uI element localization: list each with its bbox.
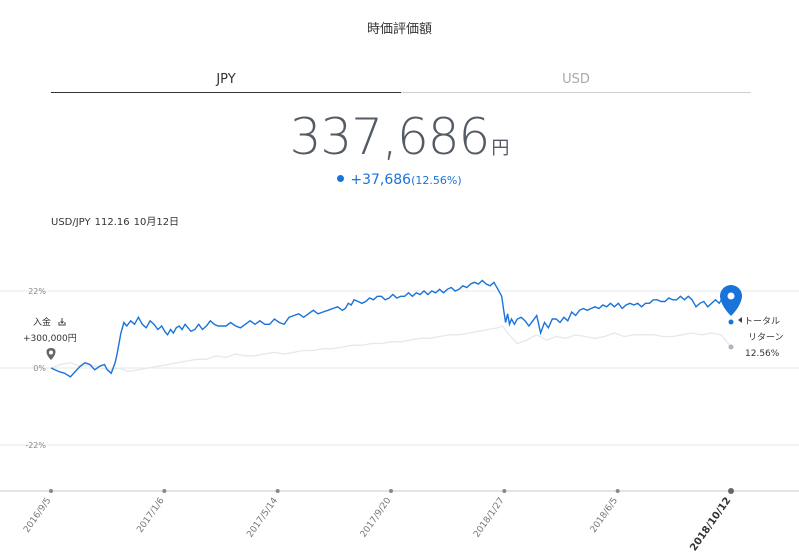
- performance-chart[interactable]: 22% 0% -22% 2016/9/5 2017/1/6 2017/5/14 2017/…: [0, 0, 799, 556]
- current-location-pin-icon[interactable]: [720, 285, 742, 325]
- x-tick-label: 2017/9/20: [359, 496, 394, 540]
- x-tick-dot: [162, 489, 167, 493]
- x-tick-label: 2018/10/12: [688, 495, 733, 553]
- deposit-pin-icon: [46, 348, 56, 360]
- total-return-label-2: リターン: [748, 332, 784, 343]
- deposit-label: 入金: [33, 316, 51, 328]
- x-tick-label: 2016/9/5: [22, 496, 53, 535]
- y-tick-label: -22%: [25, 441, 46, 450]
- deposit-annotation: 入金 +300,000円: [23, 316, 77, 360]
- x-tick-dot: [615, 489, 620, 493]
- benchmark-end-dot: [728, 344, 734, 350]
- portfolio-series-line: [50, 279, 732, 378]
- total-return-label-1: トータル: [744, 316, 780, 327]
- x-tick-dot: [728, 488, 734, 494]
- deposit-icon: [58, 318, 66, 326]
- x-tick-dot: [502, 489, 507, 493]
- y-tick-label: 0%: [33, 364, 46, 373]
- x-tick-label: 2018/1/27: [472, 496, 507, 540]
- deposit-amount: +300,000円: [23, 333, 77, 344]
- x-axis-ticks: 2016/9/5 2017/1/6 2017/5/14 2017/9/20 2018/1…: [22, 488, 734, 553]
- y-tick-label: 22%: [28, 287, 46, 296]
- x-tick-label: 2018/6/5: [589, 496, 620, 535]
- x-tick-label: 2017/5/14: [245, 496, 280, 540]
- x-tick-label: 2017/1/6: [135, 496, 167, 535]
- total-return-value: 12.56%: [745, 349, 780, 359]
- arrow-left-icon: [738, 317, 742, 323]
- x-tick-dot: [49, 489, 53, 493]
- x-tick-dot: [275, 489, 280, 493]
- benchmark-series-line: [50, 325, 732, 373]
- x-tick-dot: [389, 489, 393, 493]
- total-return-annotation: トータル リターン 12.56%: [738, 316, 784, 359]
